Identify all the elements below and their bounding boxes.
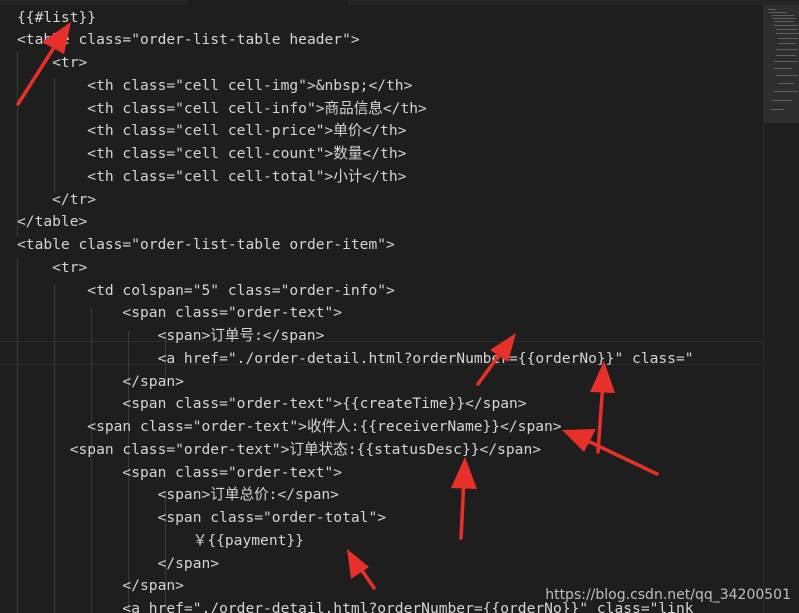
minimap-line: [776, 49, 798, 50]
code-line: </tr>: [17, 190, 97, 208]
watermark: https://blog.csdn.net/qq_34200501: [545, 587, 791, 603]
minimap-line: [778, 43, 796, 44]
minimap-line: [774, 25, 798, 26]
code-line: </table>: [17, 213, 88, 231]
minimap-line: [768, 9, 776, 10]
minimap-line: [769, 12, 787, 13]
code-line: <span class="order-text">: [17, 463, 343, 481]
code-editor[interactable]: {{#list}} <table class="order-list-table …: [0, 5, 763, 613]
code-line: <th class="cell cell-price">单价</th>: [17, 122, 407, 140]
code-line: <span>订单总价:</span>: [17, 486, 339, 504]
code-line: <span>订单号:</span>: [17, 327, 325, 344]
code-line: <th class="cell cell-count">数量</th>: [17, 145, 407, 162]
minimap-line: [772, 18, 796, 19]
minimap-line: [772, 15, 794, 16]
code-line: <span class="order-text">收件人:{{receiverN…: [17, 418, 562, 435]
minimap-line: [776, 55, 796, 56]
minimap-line: [776, 29, 798, 30]
code-line: </span>: [17, 372, 184, 390]
code-line: <tr>: [17, 54, 88, 71]
minimap-line: [774, 91, 798, 92]
code-line: ￥{{payment}}: [17, 531, 304, 549]
minimap-line: [778, 83, 794, 84]
code-line: </span>: [17, 554, 220, 572]
code-line: <th class="cell cell-total">小计</th>: [17, 167, 407, 185]
code-line: <table class="order-list-table order-ite…: [17, 236, 395, 253]
minimap-line: [774, 68, 792, 69]
minimap-line: [772, 100, 792, 101]
minimap-line: [776, 33, 799, 34]
minimap-line: [774, 21, 794, 22]
minimap-line: [776, 75, 798, 76]
code-line: <th class="cell cell-img">&nbsp;</th>: [17, 76, 413, 94]
minimap-slider[interactable]: [764, 5, 799, 123]
code-line: <span class="order-text">: [17, 304, 343, 322]
minimap-line: [774, 61, 798, 62]
code-line: <a href="./order-detail.html?orderNumber…: [17, 349, 694, 367]
code-line: <table class="order-list-table header">: [17, 31, 360, 49]
minimap[interactable]: [763, 5, 799, 613]
code-line: <span class="order-text">订单状态:{{statusDe…: [17, 440, 542, 458]
minimap-line: [770, 109, 784, 110]
code-line: </span>: [17, 577, 184, 595]
minimap-line: [778, 38, 798, 39]
code-line: <tr>: [17, 258, 88, 276]
code-line: <span class="order-total">: [17, 509, 387, 526]
code-line: <th class="cell cell-info">商品信息</th>: [17, 99, 427, 117]
code-line: <span class="order-text">{{createTime}}<…: [17, 395, 527, 413]
code-line: <td colspan="5" class="order-info">: [17, 281, 395, 299]
code-line: {{#list}}: [17, 8, 97, 26]
